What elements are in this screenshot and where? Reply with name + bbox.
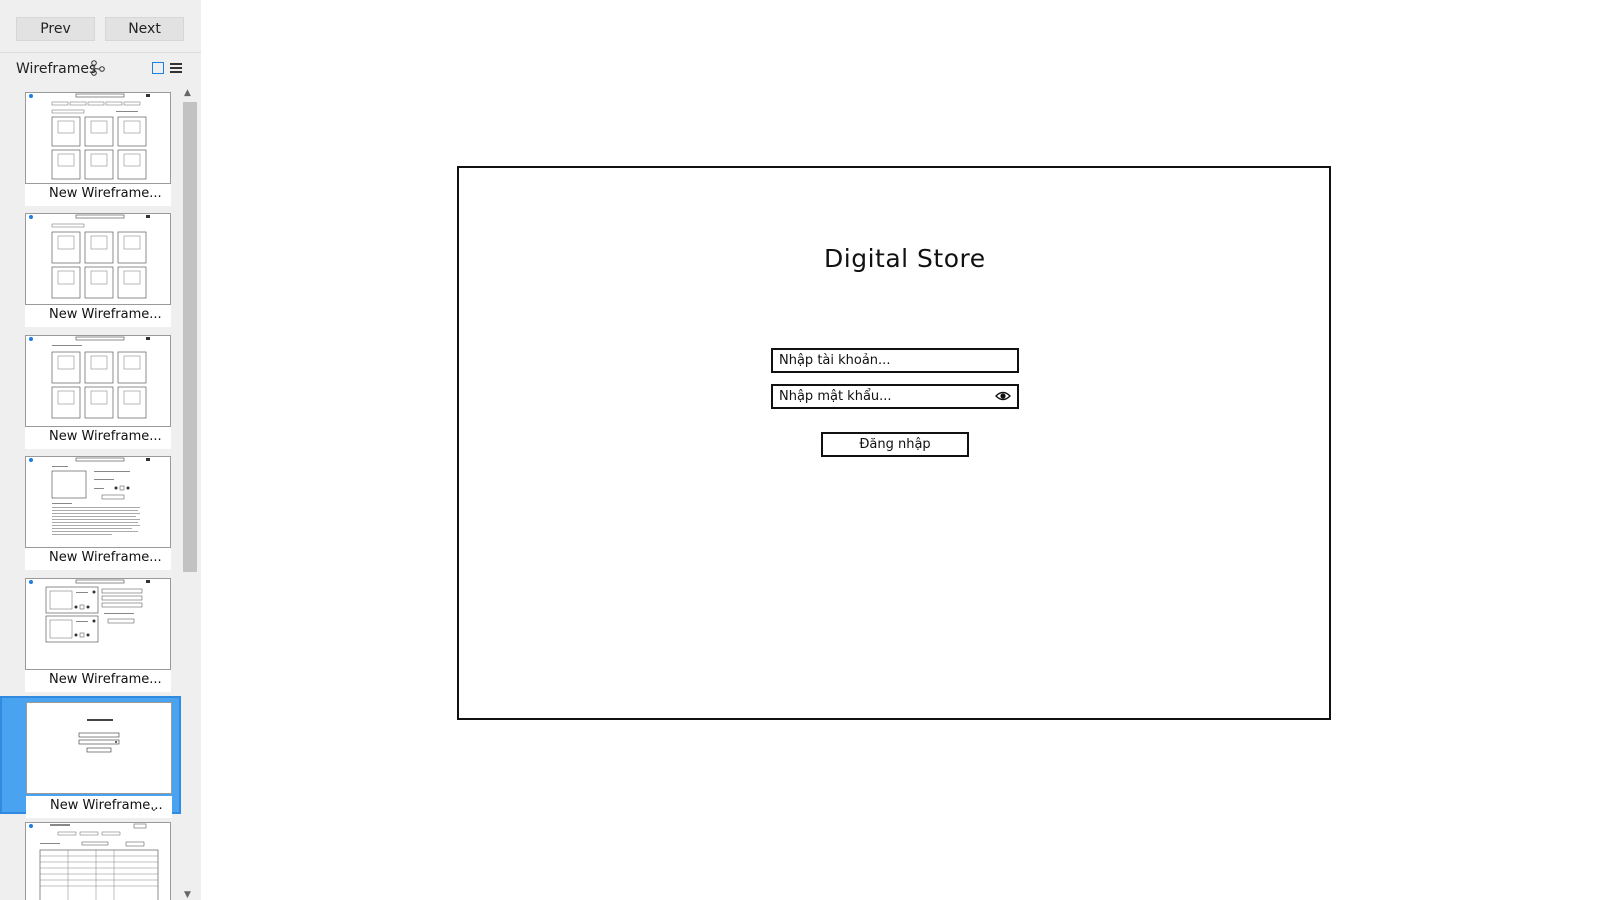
thumbnail-preview: [26, 702, 172, 794]
wireframe-sidebar: Prev Next Wireframes New Wireframe... Ne…: [0, 0, 201, 900]
wireframe-thumbnail[interactable]: [0, 820, 181, 900]
thumbnail-preview: [25, 456, 171, 548]
chevron-down-icon[interactable]: ⌄: [150, 799, 158, 819]
thumbnail-label: New Wireframe...: [25, 427, 171, 449]
next-button[interactable]: Next: [105, 17, 184, 41]
wireframe-thumbnail[interactable]: New Wireframe...: [0, 333, 181, 451]
sidebar-scrollbar[interactable]: ▲ ▼: [181, 88, 199, 900]
wireframe-thumbnail-list: New Wireframe... New Wireframe... New Wi…: [0, 90, 181, 900]
username-input[interactable]: Nhập tài khoản...: [771, 348, 1019, 373]
thumbnail-label: New Wireframe...: [25, 548, 171, 570]
thumbnail-label: New Wireframe...: [25, 670, 171, 692]
thumbnail-label: New Wireframe...: [25, 184, 171, 206]
branch-icon[interactable]: [91, 60, 105, 76]
thumbnail-preview: [25, 335, 171, 427]
wireframe-thumbnail[interactable]: New Wireframe...: [0, 90, 181, 208]
thumbnail-preview: [25, 213, 171, 305]
wireframe-thumbnail-selected[interactable]: New Wireframe... ⌄: [0, 696, 181, 818]
login-button[interactable]: Đăng nhập: [821, 432, 969, 457]
prev-button[interactable]: Prev: [16, 17, 95, 41]
scroll-up-icon[interactable]: ▲: [184, 88, 191, 98]
page-title: Digital Store: [824, 244, 986, 273]
wireframe-thumbnail[interactable]: New Wireframe...: [0, 211, 181, 329]
wireframe-thumbnail[interactable]: New Wireframe...: [0, 576, 181, 694]
thumbnail-label-text: New Wireframe...: [50, 798, 163, 813]
wireframe-canvas: Digital Store Nhập tài khoản... Nhập mật…: [457, 166, 1331, 720]
grid-view-icon[interactable]: [152, 62, 164, 74]
list-view-icon[interactable]: [170, 62, 182, 74]
thumbnail-label: New Wireframe...: [25, 305, 171, 327]
scroll-down-icon[interactable]: ▼: [184, 890, 191, 900]
sidebar-title: Wireframes: [16, 61, 97, 77]
thumbnail-label: New Wireframe... ⌄: [26, 796, 172, 818]
eye-icon[interactable]: [995, 390, 1011, 402]
password-placeholder: Nhập mật khẩu...: [779, 389, 892, 404]
password-input[interactable]: Nhập mật khẩu...: [771, 384, 1019, 409]
wireframe-thumbnail[interactable]: New Wireframe...: [0, 454, 181, 572]
scroll-thumb[interactable]: [183, 102, 197, 572]
thumbnail-preview: [25, 578, 171, 670]
thumbnail-preview: [25, 92, 171, 184]
thumbnail-preview: [25, 822, 171, 900]
